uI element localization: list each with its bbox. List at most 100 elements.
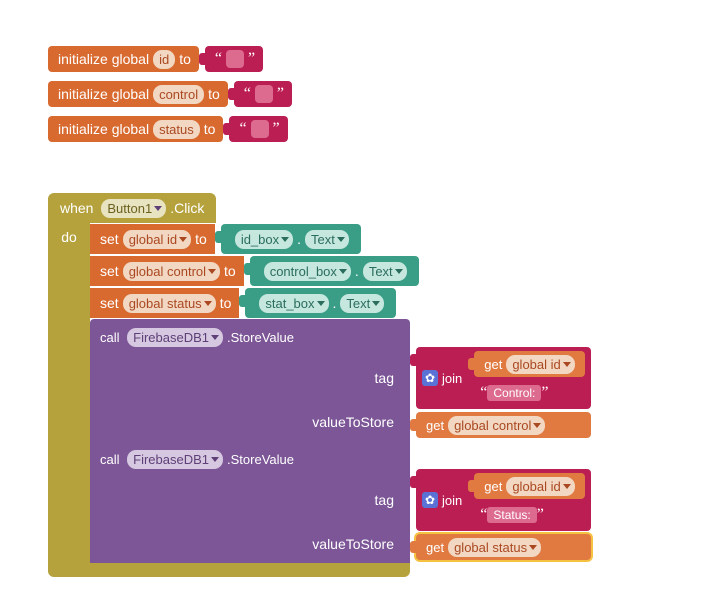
when-event-block[interactable]: when Button1 .Click do set global id to … bbox=[48, 193, 591, 577]
call-keyword: call bbox=[100, 452, 120, 467]
string-slot[interactable] bbox=[251, 120, 269, 138]
close-quote: ” bbox=[277, 85, 284, 103]
property-dropdown[interactable]: Text bbox=[305, 230, 349, 249]
property-dropdown[interactable]: Text bbox=[340, 294, 384, 313]
set-var-dropdown[interactable]: global control bbox=[123, 262, 220, 281]
join-keyword: join bbox=[442, 371, 462, 386]
to-keyword: to bbox=[179, 51, 191, 67]
string-value[interactable]: Control: bbox=[487, 385, 541, 401]
event-name: .Click bbox=[170, 200, 204, 216]
set-var-dropdown[interactable]: global status bbox=[123, 294, 216, 313]
gear-icon[interactable]: ✿ bbox=[422, 492, 438, 508]
join-keyword: join bbox=[442, 493, 462, 508]
gear-icon[interactable]: ✿ bbox=[422, 370, 438, 386]
open-quote: “ bbox=[244, 85, 251, 103]
slot-label-tag: tag bbox=[375, 370, 394, 386]
join-block[interactable]: ✿ join get global id “ Control: ” bbox=[416, 347, 591, 409]
open-quote: “ bbox=[215, 50, 222, 68]
call-keyword: call bbox=[100, 330, 120, 345]
component-dropdown[interactable]: FirebaseDB1 bbox=[127, 328, 223, 347]
component-property-block[interactable]: id_box . Text bbox=[221, 224, 361, 254]
call-method-block[interactable]: call FirebaseDB1 .StoreValue tag valueTo… bbox=[90, 441, 591, 563]
slot-label-value: valueToStore bbox=[312, 536, 394, 552]
call-header: call FirebaseDB1 .StoreValue bbox=[100, 447, 402, 471]
get-keyword: get bbox=[484, 357, 502, 372]
get-keyword: get bbox=[484, 479, 502, 494]
component-property-block[interactable]: control_box . Text bbox=[250, 256, 419, 286]
set-variable-row[interactable]: set global status to stat_box . Text bbox=[90, 287, 591, 319]
open-quote: “ bbox=[239, 120, 246, 138]
component-dropdown[interactable]: control_box bbox=[264, 262, 351, 281]
to-keyword: to bbox=[204, 121, 216, 137]
set-variable-row[interactable]: set global control to control_box . Text bbox=[90, 255, 591, 287]
to-keyword: to bbox=[195, 231, 207, 247]
get-var-dropdown[interactable]: global status bbox=[448, 538, 541, 557]
string-literal-block[interactable]: “ ” bbox=[234, 81, 292, 107]
call-method-block[interactable]: call FirebaseDB1 .StoreValue tag valueTo… bbox=[90, 319, 591, 441]
get-var-dropdown[interactable]: global control bbox=[448, 416, 545, 435]
init-global-block[interactable]: initialize global id to “ ” bbox=[48, 46, 292, 72]
init-global-head: initialize global control to bbox=[48, 81, 228, 107]
get-variable-block[interactable]: get global id bbox=[474, 351, 585, 377]
property-dropdown[interactable]: Text bbox=[363, 262, 407, 281]
call-block-body: call FirebaseDB1 .StoreValue tag valueTo… bbox=[90, 319, 410, 441]
global-var-name[interactable]: control bbox=[153, 85, 204, 104]
method-name: .StoreValue bbox=[227, 452, 294, 467]
set-head: set global control to bbox=[90, 256, 244, 286]
call-slot-value: valueToStore bbox=[100, 407, 402, 437]
to-keyword: to bbox=[208, 86, 220, 102]
init-global-head: initialize global status to bbox=[48, 116, 223, 142]
close-quote: ” bbox=[273, 120, 280, 138]
component-dropdown[interactable]: Button1 bbox=[101, 199, 166, 218]
get-var-dropdown[interactable]: global id bbox=[506, 477, 574, 496]
join-block[interactable]: ✿ join get global id “ Status: ” bbox=[416, 469, 591, 531]
when-inner: set global id to id_box . Text set globa… bbox=[90, 223, 591, 563]
component-property-block[interactable]: stat_box . Text bbox=[245, 288, 396, 318]
dot: . bbox=[297, 231, 301, 247]
call-header: call FirebaseDB1 .StoreValue bbox=[100, 325, 402, 349]
init-global-block[interactable]: initialize global status to “ ” bbox=[48, 116, 292, 142]
component-dropdown[interactable]: stat_box bbox=[259, 294, 328, 313]
dot: . bbox=[333, 295, 337, 311]
set-variable-row[interactable]: set global id to id_box . Text bbox=[90, 223, 591, 255]
call-block-body: call FirebaseDB1 .StoreValue tag valueTo… bbox=[90, 441, 410, 563]
method-name: .StoreValue bbox=[227, 330, 294, 345]
string-value[interactable]: Status: bbox=[487, 507, 536, 523]
when-header: when Button1 .Click bbox=[48, 193, 216, 223]
call-slot-tag: tag bbox=[100, 471, 402, 529]
call-attachments: ✿ join get global id “ Status: ” bbox=[410, 469, 591, 560]
join-slots: get global id “ Control: ” bbox=[468, 351, 585, 405]
join-left: ✿ join bbox=[422, 492, 468, 508]
string-literal-block[interactable]: “ Control: ” bbox=[474, 381, 585, 405]
to-keyword: to bbox=[224, 263, 236, 279]
global-var-name[interactable]: id bbox=[153, 50, 175, 69]
join-left: ✿ join bbox=[422, 370, 468, 386]
string-literal-block[interactable]: “ Status: ” bbox=[474, 503, 585, 527]
close-quote: ” bbox=[541, 384, 548, 402]
get-variable-block[interactable]: get global id bbox=[474, 473, 585, 499]
component-dropdown[interactable]: FirebaseDB1 bbox=[127, 450, 223, 469]
get-var-dropdown[interactable]: global id bbox=[506, 355, 574, 374]
initialize-keyword: initialize global bbox=[58, 86, 149, 102]
get-variable-block[interactable]: get global control bbox=[416, 412, 591, 438]
init-global-group: initialize global id to “ ” initialize g… bbox=[48, 46, 292, 151]
component-dropdown[interactable]: id_box bbox=[235, 230, 293, 249]
when-footer bbox=[48, 563, 410, 577]
init-global-block[interactable]: initialize global control to “ ” bbox=[48, 81, 292, 107]
join-slots: get global id “ Status: ” bbox=[468, 473, 585, 527]
set-var-dropdown[interactable]: global id bbox=[123, 230, 191, 249]
string-literal-block[interactable]: “ ” bbox=[205, 46, 263, 72]
set-keyword: set bbox=[100, 231, 119, 247]
string-literal-block[interactable]: “ ” bbox=[229, 116, 287, 142]
string-slot[interactable] bbox=[226, 50, 244, 68]
get-keyword: get bbox=[426, 418, 444, 433]
to-keyword: to bbox=[220, 295, 232, 311]
string-slot[interactable] bbox=[255, 85, 273, 103]
init-global-head: initialize global id to bbox=[48, 46, 199, 72]
call-slot-tag: tag bbox=[100, 349, 402, 407]
slot-label-tag: tag bbox=[375, 492, 394, 508]
close-quote: ” bbox=[248, 50, 255, 68]
get-variable-block[interactable]: get global status bbox=[416, 534, 591, 560]
global-var-name[interactable]: status bbox=[153, 120, 200, 139]
call-attachments: ✿ join get global id “ Control: ” bbox=[410, 347, 591, 438]
